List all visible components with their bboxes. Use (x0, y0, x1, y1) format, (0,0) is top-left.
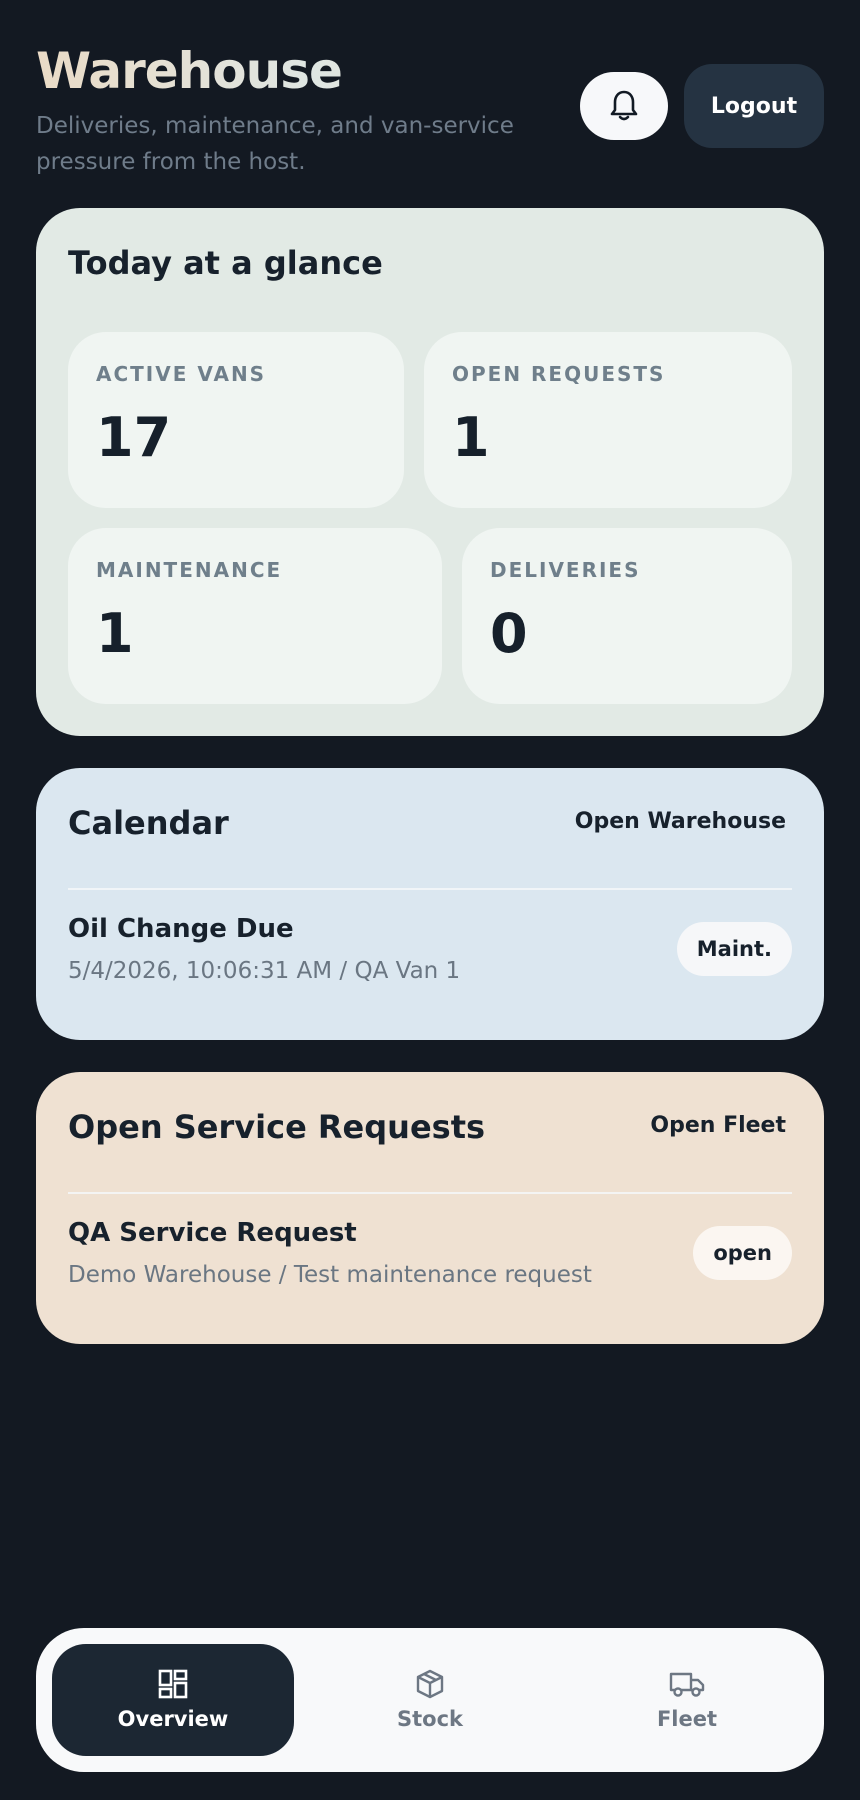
stat-card-active-vans: ACTIVE VANS 17 (68, 332, 404, 508)
page-header: Warehouse Deliveries, maintenance, and v… (36, 40, 824, 180)
stat-value: 17 (96, 406, 172, 469)
nav-label: Stock (396, 1707, 463, 1731)
event-type-badge: Maint. (676, 922, 792, 976)
stat-value: 0 (490, 602, 528, 665)
service-request-title[interactable]: QA Service Request (68, 1218, 357, 1248)
stat-card-deliveries: DELIVERIES 0 (462, 528, 792, 704)
stat-value: 1 (452, 406, 490, 469)
calendar-event-title[interactable]: Oil Change Due (68, 914, 294, 944)
stat-value: 1 (96, 602, 134, 665)
box-icon (416, 1669, 444, 1699)
calendar-title: Calendar (68, 804, 229, 842)
stat-label: DELIVERIES (490, 558, 641, 582)
divider (68, 888, 792, 890)
open-warehouse-link[interactable]: Open Warehouse (569, 808, 792, 835)
service-request-details: Demo Warehouse / Test maintenance reques… (68, 1262, 592, 1288)
page-subtitle: Deliveries, maintenance, and van-service… (36, 113, 514, 175)
glance-title: Today at a glance (68, 244, 383, 282)
stat-label: OPEN REQUESTS (452, 362, 666, 386)
nav-label: Fleet (656, 1707, 718, 1731)
service-requests-card: Open Service Requests Open Fleet QA Serv… (36, 1072, 824, 1344)
service-requests-title: Open Service Requests (68, 1108, 486, 1146)
divider (68, 1192, 792, 1194)
logout-button[interactable]: Logout (684, 64, 824, 148)
glance-card: Today at a glance ACTIVE VANS 17 OPEN RE… (36, 208, 824, 736)
nav-tab-fleet[interactable]: Fleet (566, 1644, 808, 1756)
stat-card-maintenance: MAINTENANCE 1 (68, 528, 442, 704)
stat-label: ACTIVE VANS (96, 362, 267, 386)
dashboard-icon (158, 1669, 188, 1699)
truck-icon (669, 1672, 705, 1697)
nav-tab-stock[interactable]: Stock (309, 1644, 551, 1756)
calendar-card: Calendar Open Warehouse Oil Change Due 5… (36, 768, 824, 1040)
request-status-badge: open (693, 1226, 792, 1280)
bottom-nav: Overview Stock Fleet (36, 1628, 824, 1772)
stat-card-open-requests: OPEN REQUESTS 1 (424, 332, 792, 508)
stat-label: MAINTENANCE (96, 558, 283, 582)
nav-label: Overview (117, 1707, 229, 1731)
bell-icon (610, 90, 638, 121)
open-fleet-link[interactable]: Open Fleet (644, 1112, 792, 1139)
notifications-button[interactable] (580, 72, 668, 140)
nav-tab-overview[interactable]: Overview (52, 1644, 294, 1756)
calendar-event-details: 5/4/2026, 10:06:31 AM / QA Van 1 (68, 958, 461, 984)
